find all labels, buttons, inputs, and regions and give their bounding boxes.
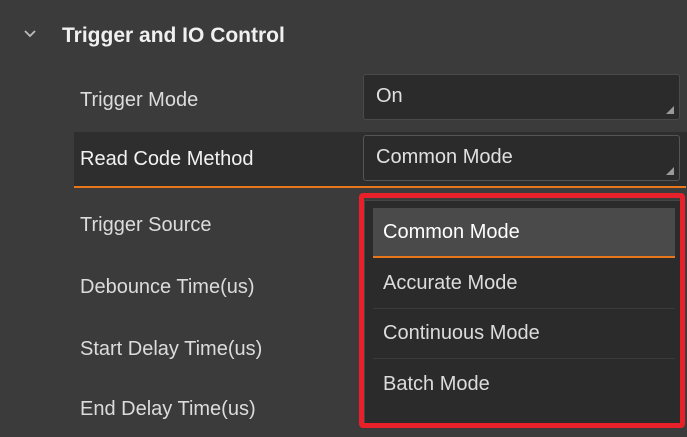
active-row-underline <box>74 186 686 188</box>
read-code-method-value: Common Mode <box>376 146 513 168</box>
label-trigger-source: Trigger Source <box>80 214 212 236</box>
label-read-code-method: Read Code Method <box>80 148 254 170</box>
label-end-delay-time: End Delay Time(us) <box>80 398 256 420</box>
section-header-trigger-io[interactable]: Trigger and IO Control <box>0 0 687 80</box>
label-trigger-mode: Trigger Mode <box>80 89 199 111</box>
trigger-mode-value: On <box>376 85 403 107</box>
resize-corner-icon <box>666 167 674 175</box>
section-title: Trigger and IO Control <box>62 24 285 47</box>
label-start-delay-time: Start Delay Time(us) <box>80 338 263 360</box>
resize-corner-icon <box>666 106 674 114</box>
read-code-method-select[interactable]: Common Mode <box>363 135 680 181</box>
annotation-highlight-box <box>359 193 685 428</box>
label-debounce-time: Debounce Time(us) <box>80 276 255 298</box>
trigger-mode-select[interactable]: On <box>363 74 680 120</box>
chevron-down-icon[interactable] <box>22 26 38 42</box>
